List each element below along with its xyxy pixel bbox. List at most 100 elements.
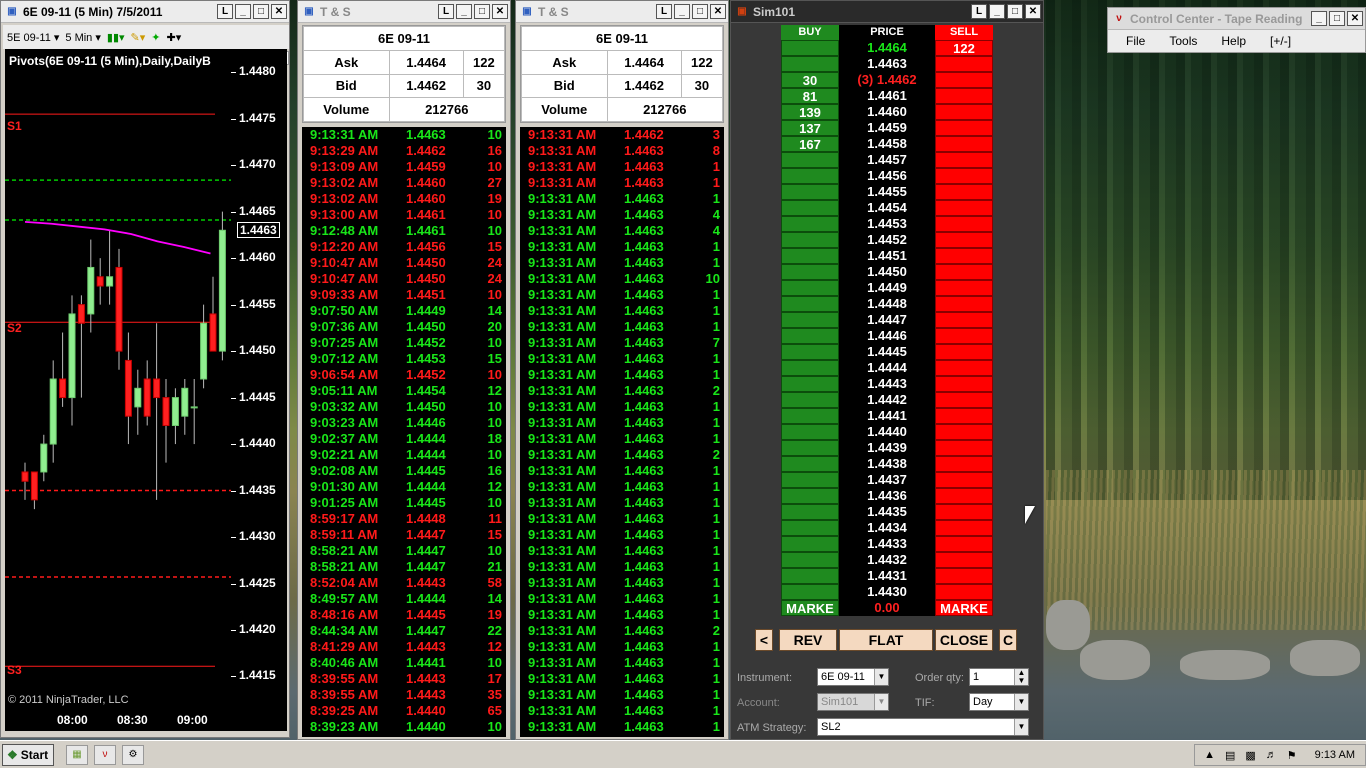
menu-file[interactable]: File [1126,34,1145,48]
chevron-down-icon[interactable]: ▼ [1014,719,1028,735]
buy-cell[interactable] [781,248,839,264]
c-button[interactable]: C [999,629,1017,651]
buy-cell[interactable] [781,184,839,200]
pencil-icon[interactable]: ✎▾ [131,31,146,44]
buy-cell[interactable] [781,488,839,504]
bar-type-icon[interactable]: ▮▮▾ [107,31,125,44]
reverse-button[interactable]: REV [779,629,837,651]
start-button[interactable]: ❖ Start [2,743,54,766]
sell-cell[interactable] [935,392,993,408]
spinner-icon[interactable]: ▲ ▼ [1014,669,1028,685]
ts-titlebar[interactable]: ▣ T & S L _ □ ✕ [298,1,510,23]
buy-cell[interactable] [781,264,839,280]
close-button[interactable]: ✕ [271,4,287,19]
buy-cell[interactable] [781,328,839,344]
sell-cell[interactable] [935,88,993,104]
sell-cell[interactable] [935,520,993,536]
minimize-button[interactable]: _ [989,4,1005,19]
sell-cell[interactable] [935,136,993,152]
buy-cell[interactable]: 30 [781,72,839,88]
instrument-selector[interactable]: 5E 09-11 ▾ [7,31,59,44]
sell-cell[interactable] [935,328,993,344]
link-button[interactable]: L [971,4,987,19]
close-button[interactable]: ✕ [1347,11,1363,26]
menu-expand[interactable]: [+/-] [1270,34,1291,48]
crosshair-icon[interactable]: ✚▾ [167,31,182,44]
sell-cell[interactable] [935,408,993,424]
tray-expand-icon[interactable]: ▲ [1204,749,1215,761]
buy-cell[interactable]: 167 [781,136,839,152]
link-button[interactable]: L [438,4,454,19]
buy-cell[interactable] [781,504,839,520]
sell-cell[interactable] [935,584,993,600]
sell-cell[interactable] [935,264,993,280]
order-qty-stepper[interactable]: 1 ▲ ▼ [969,668,1029,686]
close-button[interactable]: ✕ [1025,4,1041,19]
buy-cell[interactable] [781,568,839,584]
buy-cell[interactable] [781,344,839,360]
minimize-button[interactable]: _ [1311,11,1327,26]
sell-cell[interactable] [935,216,993,232]
sell-cell[interactable] [935,344,993,360]
buy-cell[interactable] [781,56,839,72]
sell-cell[interactable] [935,424,993,440]
sell-cell[interactable] [935,360,993,376]
minimize-button[interactable]: _ [235,4,251,19]
ninjatrader-taskbar-icon[interactable]: ν [94,744,116,765]
clock[interactable]: 9:13 AM [1315,749,1355,761]
network-icon[interactable]: ▤ [1225,749,1235,762]
link-button[interactable]: L [656,4,672,19]
buy-cell[interactable]: 139 [781,104,839,120]
sell-cell[interactable] [935,56,993,72]
minimize-button[interactable]: _ [456,4,472,19]
dom-titlebar[interactable]: ▣ Sim101 L _ □ ✕ [731,1,1043,23]
sell-cell[interactable] [935,296,993,312]
quicklaunch-icon[interactable]: ▦ [66,744,88,765]
buy-cell[interactable] [781,168,839,184]
monitor-icon[interactable]: ▩ [1245,749,1255,762]
menu-tools[interactable]: Tools [1169,34,1197,48]
minimize-button[interactable]: _ [674,4,690,19]
sell-cell[interactable] [935,280,993,296]
sell-cell[interactable] [935,232,993,248]
ts-trade-list[interactable]: 9:13:31 AM 1.4463 10 9:13:29 AM 1.4462 16 9:13… [302,127,506,737]
sell-cell[interactable] [935,568,993,584]
chevron-down-icon[interactable]: ▼ [874,669,888,685]
chart-plot-area[interactable]: Pivots(6E 09-11 (5 Min),Daily,DailyB © 2… [5,49,231,709]
maximize-button[interactable]: □ [692,4,708,19]
maximize-button[interactable]: □ [1329,11,1345,26]
close-button[interactable]: ✕ [710,4,726,19]
instrument-select[interactable]: 6E 09-11 ▼ [817,668,889,686]
ts-trade-list[interactable]: 9:13:31 AM 1.4462 3 9:13:31 AM 1.4463 8 9:13:3… [520,127,724,737]
buy-cell[interactable] [781,472,839,488]
flatten-button[interactable]: FLAT [839,629,933,651]
maximize-button[interactable]: □ [474,4,490,19]
volume-icon[interactable]: ♬ [1266,749,1277,761]
buy-cell[interactable] [781,40,839,56]
interval-selector[interactable]: 5 Min ▾ [65,31,100,44]
sell-cell[interactable] [935,472,993,488]
chart-titlebar[interactable]: ▣ 6E 09-11 (5 Min) 7/5/2011 L _ □ ✕ [1,1,289,23]
close-position-button[interactable]: CLOSE [935,629,993,651]
buy-cell[interactable] [781,584,839,600]
buy-cell[interactable] [781,392,839,408]
sell-cell[interactable] [935,104,993,120]
buy-cell[interactable] [781,520,839,536]
buy-cell[interactable] [781,456,839,472]
sell-cell[interactable] [935,248,993,264]
market-buy-button[interactable]: MARKE [781,600,839,616]
tif-select[interactable]: Day ▼ [969,693,1029,711]
sell-cell[interactable] [935,488,993,504]
buy-cell[interactable] [781,216,839,232]
sell-cell[interactable] [935,440,993,456]
sell-cell[interactable]: 122 [935,40,993,56]
sell-cell[interactable] [935,312,993,328]
sell-cell[interactable] [935,200,993,216]
sell-cell[interactable] [935,168,993,184]
sell-cell[interactable] [935,456,993,472]
sell-cell[interactable] [935,504,993,520]
buy-cell[interactable] [781,360,839,376]
buy-cell[interactable]: 81 [781,88,839,104]
buy-cell[interactable] [781,312,839,328]
pin-icon[interactable]: ✦ [151,31,160,44]
